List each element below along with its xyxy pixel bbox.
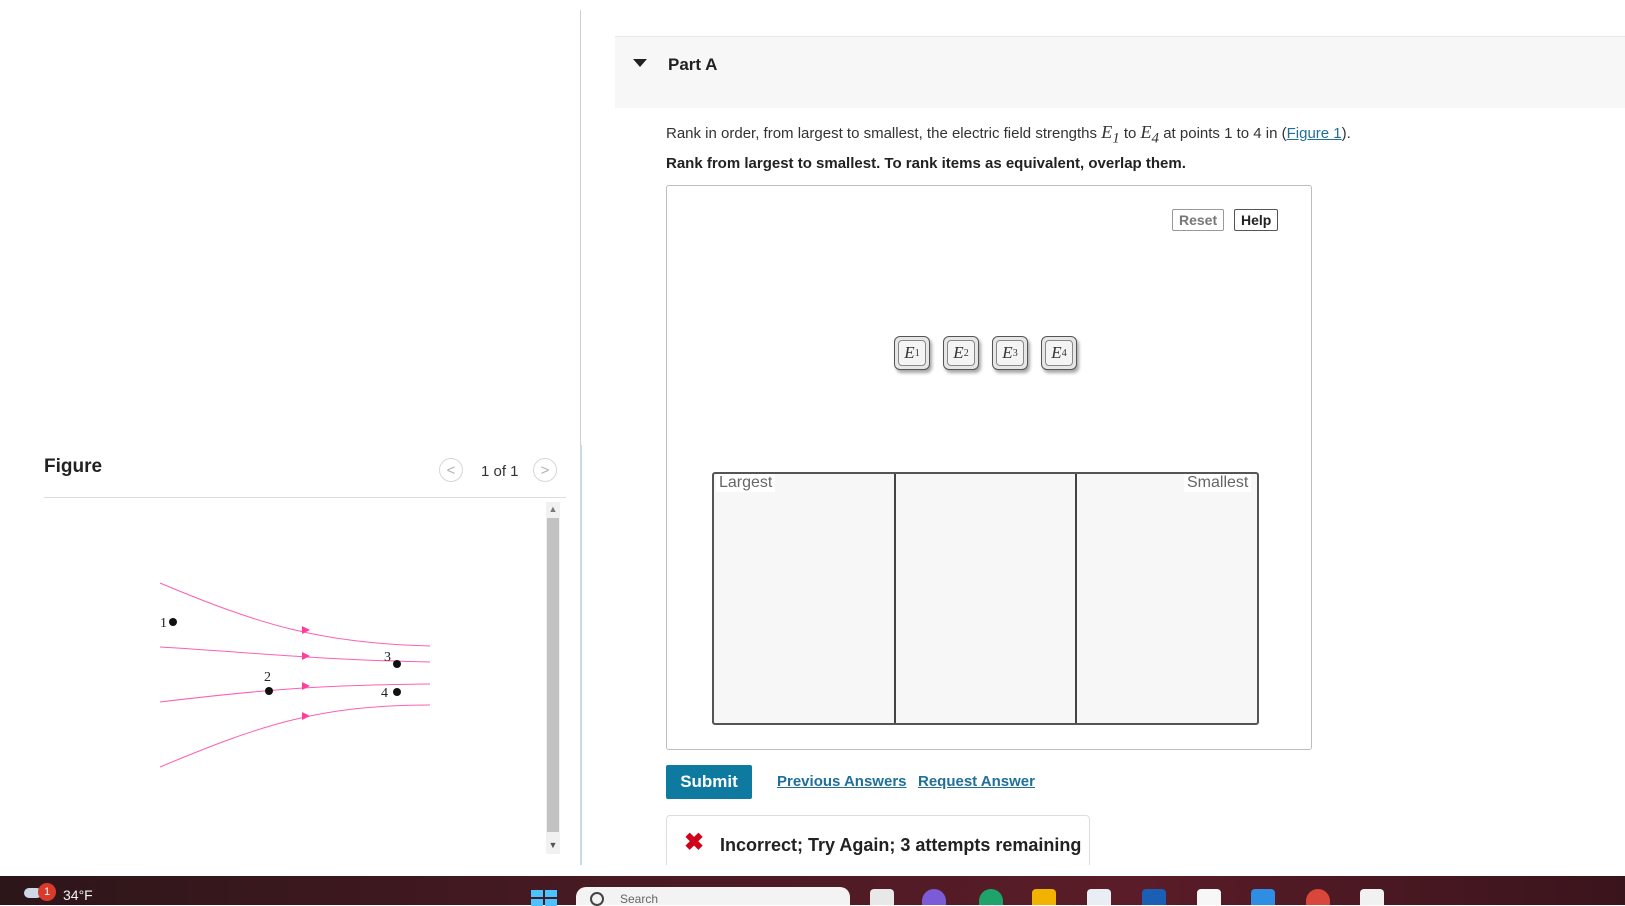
calendar-icon[interactable]	[1360, 889, 1384, 905]
field-lines	[159, 582, 431, 768]
question-lead: Rank in order, from largest to smallest,…	[666, 125, 1102, 142]
point-3-label: 3	[384, 650, 391, 665]
file-explorer-icon[interactable]	[1032, 889, 1056, 905]
help-button[interactable]: Help	[1234, 209, 1279, 231]
point-4-dot	[393, 688, 401, 696]
weather-temperature[interactable]: 34°F	[63, 887, 93, 903]
notification-badge: 1	[38, 883, 56, 901]
app-icon[interactable]	[1251, 889, 1275, 905]
point-1-dot	[169, 618, 177, 626]
rank-item-e1[interactable]: E1	[894, 336, 930, 370]
point-1-label: 1	[160, 616, 167, 631]
point-2-dot	[265, 687, 273, 695]
point-3-dot	[393, 660, 401, 668]
field-points	[169, 618, 401, 696]
largest-label: Largest	[716, 474, 776, 492]
figure-pager: 1 of 1	[481, 463, 519, 480]
arrow-icon	[302, 652, 310, 660]
search-icon	[590, 892, 604, 906]
panel-divider-highlight	[580, 445, 582, 865]
smallest-label: Smallest	[1184, 474, 1252, 492]
taskbar-search-input[interactable]	[576, 887, 850, 905]
figure-title: Figure	[44, 456, 103, 477]
figure-next-button[interactable]: >	[533, 458, 557, 482]
field-line	[159, 683, 431, 703]
arrow-icon	[302, 682, 310, 690]
arrow-icon	[302, 712, 310, 720]
rank-slot-2[interactable]	[893, 474, 1076, 723]
part-a-header[interactable]	[615, 36, 1625, 108]
point-4-label: 4	[381, 686, 388, 701]
ranking-drop-area[interactable]	[712, 472, 1259, 725]
error-x-icon: ✖	[684, 829, 705, 856]
point-2-label: 2	[264, 670, 271, 685]
chevron-left-icon: <	[446, 461, 456, 479]
amazon-icon[interactable]	[1197, 889, 1221, 905]
question-end: ).	[1341, 125, 1351, 142]
question-text: Rank in order, from largest to smallest,…	[666, 122, 1351, 148]
request-answer-link[interactable]: Request Answer	[918, 773, 1035, 790]
mail-icon[interactable]	[1142, 889, 1166, 905]
rank-slot-3[interactable]	[1075, 474, 1257, 723]
submit-button[interactable]: Submit	[666, 765, 752, 799]
feedback-message: Incorrect; Try Again; 3 attempts remaini…	[720, 835, 1082, 855]
field-arrows	[302, 626, 310, 720]
part-a-title: Part A	[668, 55, 718, 74]
field-line	[159, 582, 431, 647]
figure-link[interactable]: Figure 1	[1287, 125, 1342, 142]
reset-button[interactable]: Reset	[1172, 209, 1225, 231]
caret-down-icon[interactable]	[633, 59, 647, 67]
e4-symbol: E4	[1140, 122, 1160, 147]
field-line	[159, 704, 431, 768]
figure-scrollbar-thumb[interactable]	[547, 518, 559, 832]
e1-symbol: E1	[1101, 122, 1120, 147]
ranking-instruction: Rank from largest to smallest. To rank i…	[666, 155, 1186, 172]
scroll-down-icon[interactable]: ▼	[546, 838, 560, 852]
rank-slot-1[interactable]	[714, 474, 894, 723]
figure-prev-button[interactable]: <	[439, 458, 463, 482]
field-lines-figure: 1 2 3 4	[159, 582, 431, 768]
figure-header-rule	[44, 497, 566, 498]
rank-item-e3[interactable]: E3	[992, 336, 1028, 370]
search-placeholder: Search	[620, 892, 659, 906]
windows-start-icon[interactable]	[531, 890, 557, 906]
question-mid: to	[1119, 125, 1141, 142]
scroll-up-icon[interactable]: ▲	[546, 502, 560, 516]
task-view-icon[interactable]	[870, 889, 894, 905]
store-icon[interactable]	[1087, 889, 1111, 905]
chevron-right-icon: >	[540, 461, 550, 479]
rank-item-e2[interactable]: E2	[943, 336, 979, 370]
question-tail: at points 1 to 4 in (	[1159, 125, 1287, 142]
rank-item-e4[interactable]: E4	[1041, 336, 1077, 370]
previous-answers-link[interactable]: Previous Answers	[777, 773, 907, 790]
